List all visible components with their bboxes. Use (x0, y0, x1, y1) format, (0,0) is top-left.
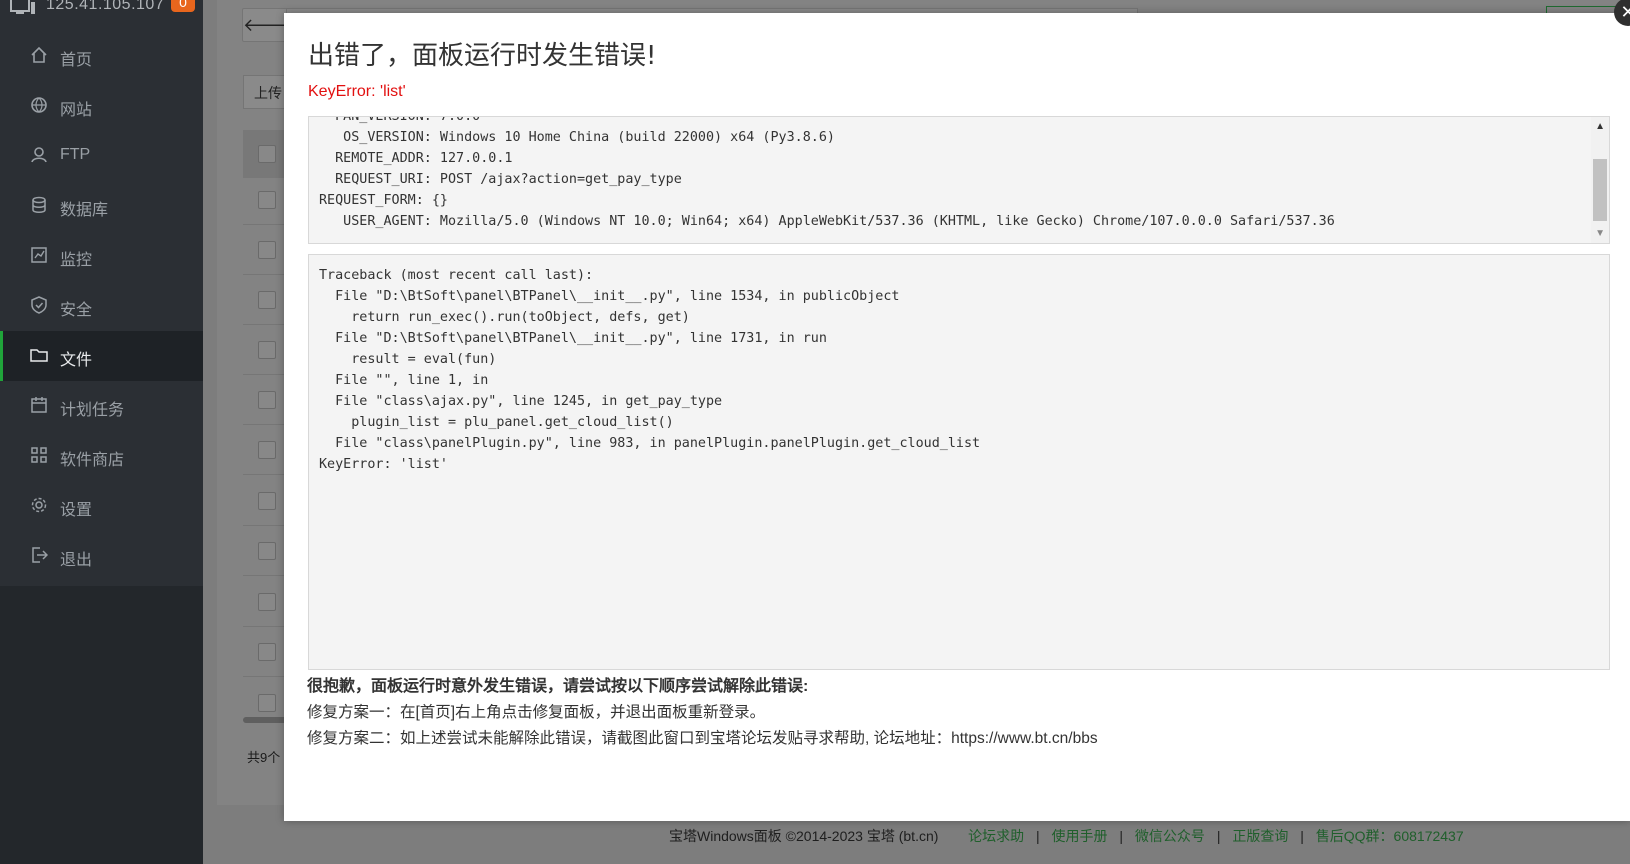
row-checkbox[interactable] (258, 593, 276, 611)
home-icon (30, 46, 50, 66)
sidebar-item-settings[interactable]: 设置 (0, 481, 203, 531)
row-checkbox[interactable] (258, 291, 276, 309)
row-checkbox[interactable] (258, 391, 276, 409)
footer-link-manual[interactable]: 使用手册 (1052, 828, 1108, 844)
sidebar-item-label: 网站 (60, 102, 93, 119)
sidebar-item-label: 计划任务 (60, 402, 125, 419)
sidebar-item-logout[interactable]: 退出 (0, 531, 203, 581)
sidebar-item-label: 首页 (60, 52, 93, 69)
footer-separator: | (1035, 828, 1040, 844)
sidebar-item-files[interactable]: 文件 (0, 331, 203, 381)
request-info-text: PAN_VERSION: 7.0.0 OS_VERSION: Windows 1… (319, 116, 1335, 229)
grid-icon (30, 446, 50, 466)
sidebar-item-label: 监控 (60, 252, 93, 269)
request-info-box[interactable]: PAN_VERSION: 7.0.0 OS_VERSION: Windows 1… (308, 116, 1610, 244)
total-count: 共9个 (247, 750, 281, 765)
sidebar-item-label: 退出 (60, 552, 93, 569)
sidebar-item-store[interactable]: 软件商店 (0, 431, 203, 481)
vertical-scrollbar[interactable]: ▲ ▼ (1591, 117, 1609, 243)
scroll-down-icon[interactable]: ▼ (1595, 228, 1605, 239)
row-checkbox[interactable] (258, 643, 276, 661)
sidebar-item-monitor[interactable]: 监控 (0, 231, 203, 281)
sidebar-item-website[interactable]: 网站 (0, 81, 203, 131)
folder-icon (30, 346, 50, 366)
footer-link-license[interactable]: 正版查询 (1232, 828, 1288, 844)
sidebar-item-cron[interactable]: 计划任务 (0, 381, 203, 431)
sidebar-item-security[interactable]: 安全 (0, 281, 203, 331)
footer-separator (952, 828, 956, 844)
fix-option-1: 修复方案一：在[首页]右上角点击修复面板，并退出面板重新登录。 (307, 704, 766, 721)
row-checkbox[interactable] (258, 441, 276, 459)
footer-separator: | (1119, 828, 1124, 844)
shield-icon (30, 296, 50, 316)
globe-icon (30, 96, 50, 116)
sidebar-item-label: 数据库 (60, 202, 109, 219)
help-title: 很抱歉，面板运行时意外发生错误，请尝试按以下顺序尝试解除此错误: (307, 678, 809, 695)
footer: 宝塔Windows面板 ©2014-2023 宝塔 (bt.cn) 论坛求助 |… (669, 826, 1464, 846)
sidebar-item-database[interactable]: 数据库 (0, 181, 203, 231)
ftp-icon (30, 146, 50, 166)
footer-separator: | (1300, 828, 1304, 844)
fix-option-2: 修复方案二：如上述尝试未能解除此错误，请截图此窗口到宝塔论坛发贴寻求帮助, 论坛… (307, 730, 1098, 747)
sidebar-item-label: FTP (60, 146, 91, 163)
sidebar-item-label: 软件商店 (60, 452, 125, 469)
row-checkbox[interactable] (258, 341, 276, 359)
sidebar-item-home[interactable]: 首页 (0, 31, 203, 81)
server-ip: 125.41.105.107 (46, 0, 165, 13)
sidebar: 125.41.105.107 0 首页 网站 FTP 数据库 监控 安全 文件 … (0, 0, 203, 864)
calendar-icon (30, 396, 50, 416)
footer-copyright: 宝塔Windows面板 ©2014-2023 宝塔 (bt.cn) (669, 828, 939, 844)
upload-button[interactable]: 上传 (243, 75, 287, 109)
row-checkbox[interactable] (258, 492, 276, 510)
row-checkbox[interactable] (258, 241, 276, 259)
select-all-checkbox[interactable] (258, 145, 276, 163)
row-checkbox[interactable] (258, 191, 276, 209)
footer-link-qq-group[interactable]: 售后QQ群：608172437 (1316, 828, 1464, 844)
sidebar-bottom (0, 586, 203, 864)
sidebar-item-label: 文件 (60, 352, 93, 369)
traceback-text: Traceback (most recent call last): File … (319, 268, 981, 472)
database-icon (30, 196, 50, 216)
server-info: 125.41.105.107 0 (0, 0, 203, 24)
row-checkbox[interactable] (258, 694, 276, 712)
scrollbar-thumb[interactable] (1593, 159, 1607, 221)
footer-separator: | (1216, 828, 1221, 844)
sidebar-item-ftp[interactable]: FTP (0, 131, 203, 181)
back-button[interactable]: 🡐 (242, 8, 291, 42)
logout-icon (30, 546, 50, 566)
sidebar-item-label: 安全 (60, 302, 93, 319)
traceback-box[interactable]: Traceback (most recent call last): File … (308, 254, 1610, 670)
gear-icon (30, 496, 50, 516)
dialog-title: 出错了，面板运行时发生错误! (308, 41, 657, 71)
scroll-up-icon[interactable]: ▲ (1595, 121, 1605, 132)
row-checkbox[interactable] (258, 542, 276, 560)
footer-link-forum[interactable]: 论坛求助 (968, 828, 1024, 844)
footer-link-wechat[interactable]: 微信公众号 (1135, 828, 1205, 844)
error-message: KeyError: 'list' (308, 83, 406, 100)
monitor-icon (10, 0, 36, 21)
monitor-chart-icon (30, 246, 50, 266)
sidebar-item-label: 设置 (60, 502, 93, 519)
notification-badge[interactable]: 0 (171, 0, 195, 12)
